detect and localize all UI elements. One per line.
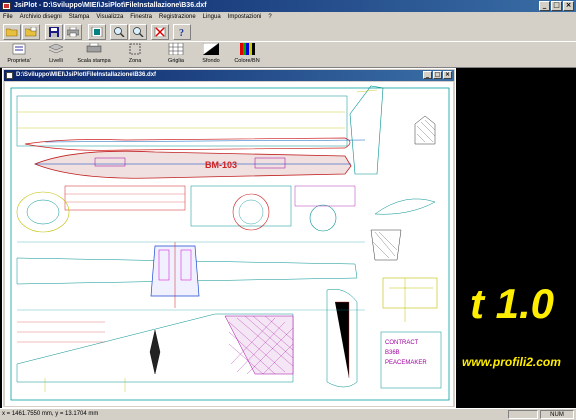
menu-archivio-disegni[interactable]: Archivio disegni <box>20 12 62 22</box>
document-icon <box>6 72 13 79</box>
save-button[interactable] <box>45 24 63 40</box>
menu-visualizza[interactable]: Visualizza <box>96 12 123 22</box>
open-folder-button[interactable] <box>3 24 21 40</box>
minimize-button[interactable]: _ <box>539 1 550 11</box>
zone-label: Zona <box>128 58 142 64</box>
menu-bar: File Archivio disegni Stampa Visualizza … <box>0 12 576 22</box>
color-bw-icon <box>240 43 255 55</box>
print-scale-label: Scala stampa <box>77 58 111 64</box>
cursor-coordinates: x = 1461.7550 mm, y = 13.1704 mm <box>2 411 99 417</box>
doc-close-button[interactable]: × <box>443 71 452 79</box>
open-file-icon <box>25 27 37 37</box>
open-file-button[interactable] <box>22 24 40 40</box>
app-title-bar[interactable]: JsiPlot - D:\Sviluppo\MIEI\JsiPlot\FileI… <box>0 0 576 12</box>
layers-label: Livelli <box>49 58 63 64</box>
document-title: D:\Sviluppo\MIEI\JsiPlot\FileInstallazio… <box>16 72 157 78</box>
wing-panels <box>64 185 436 232</box>
zone-icon <box>129 43 141 55</box>
title-block-line-3: PEACEMAKER <box>385 360 427 366</box>
print-scale-button[interactable]: Scala stampa <box>74 42 114 67</box>
grid-button[interactable]: Griglia <box>164 42 188 67</box>
website-banner: www.profili2.com <box>462 355 561 369</box>
num-lock-indicator: NUM <box>540 410 574 419</box>
doc-minimize-button[interactable]: _ <box>423 71 432 79</box>
title-block: CONTRACT B36B PEACEMAKER <box>380 331 442 389</box>
menu-impostazioni[interactable]: Impostazioni <box>228 12 262 22</box>
close-button[interactable]: × <box>563 1 574 11</box>
background-icon <box>202 42 220 56</box>
save-icon <box>49 27 59 37</box>
print-button[interactable] <box>64 24 82 40</box>
layers-button[interactable]: Livelli <box>44 43 68 67</box>
grid-label: Griglia <box>168 58 184 64</box>
view-toolbar: Proprieta' Livelli Scala stampa Zona Gri… <box>0 42 576 68</box>
wing-plan <box>16 242 358 308</box>
drawing-canvas[interactable]: BM-103 CONTRACT B36B PEACEMAKER <box>5 82 453 406</box>
background-button[interactable]: Sfondo <box>200 42 222 67</box>
cad-drawing: BM-103 CONTRACT B36B PEACEMAKER <box>10 85 450 401</box>
properties-icon <box>12 43 26 55</box>
menu-lingua[interactable]: Lingua <box>203 12 221 22</box>
help-button[interactable]: ? <box>173 24 191 40</box>
background-label: Sfondo <box>202 58 220 64</box>
app-icon[interactable] <box>2 2 11 10</box>
zoom-out-button[interactable] <box>129 24 147 40</box>
help-icon: ? <box>179 28 184 37</box>
menu-file[interactable]: File <box>3 12 13 22</box>
title-block-line-1: CONTRACT <box>385 340 419 346</box>
doc-maximize-button[interactable]: □ <box>433 71 442 79</box>
print-icon <box>67 27 79 37</box>
main-toolbar: ? <box>0 22 576 42</box>
document-window[interactable]: D:\Sviluppo\MIEI\JsiPlot\FileInstallazio… <box>2 68 456 408</box>
fuselage-side-view <box>16 95 366 151</box>
open-folder-icon <box>6 28 18 37</box>
color-bw-button[interactable]: Colore/BN <box>232 43 262 67</box>
zoom-in-button[interactable] <box>110 24 128 40</box>
menu-stampa[interactable]: Stampa <box>69 12 90 22</box>
version-banner: t 1.0 <box>470 280 555 327</box>
status-panel <box>508 410 538 419</box>
zoom-icon <box>133 27 144 37</box>
title-block-line-2: B36B <box>385 350 400 356</box>
close-document-button[interactable] <box>151 24 169 40</box>
close-document-icon <box>154 27 166 37</box>
layers-icon <box>48 43 64 54</box>
preview-icon <box>91 27 103 37</box>
color-bw-label: Colore/BN <box>234 58 260 64</box>
zoom-icon <box>114 27 125 37</box>
menu-help[interactable]: ? <box>268 12 271 22</box>
maximize-button[interactable]: □ <box>551 1 562 11</box>
fuselage-code: BM-103 <box>205 160 237 170</box>
zone-button[interactable]: Zona <box>124 43 146 67</box>
properties-button[interactable]: Proprieta' <box>6 43 32 67</box>
menu-registrazione[interactable]: Registrazione <box>159 12 196 22</box>
properties-label: Proprieta' <box>7 58 31 64</box>
svg-text:?: ? <box>179 28 184 37</box>
print-scale-icon <box>86 42 102 53</box>
grid-icon <box>168 42 184 56</box>
fuselage-body: BM-103 <box>33 150 352 179</box>
app-title: JsiPlot - D:\Sviluppo\MIEI\JsiPlot\FileI… <box>14 2 207 9</box>
preview-button[interactable] <box>88 24 106 40</box>
status-bar: x = 1461.7550 mm, y = 13.1704 mm NUM <box>0 408 576 420</box>
document-title-bar[interactable]: D:\Sviluppo\MIEI\JsiPlot\FileInstallazio… <box>4 70 454 81</box>
menu-finestra[interactable]: Finestra <box>130 12 152 22</box>
